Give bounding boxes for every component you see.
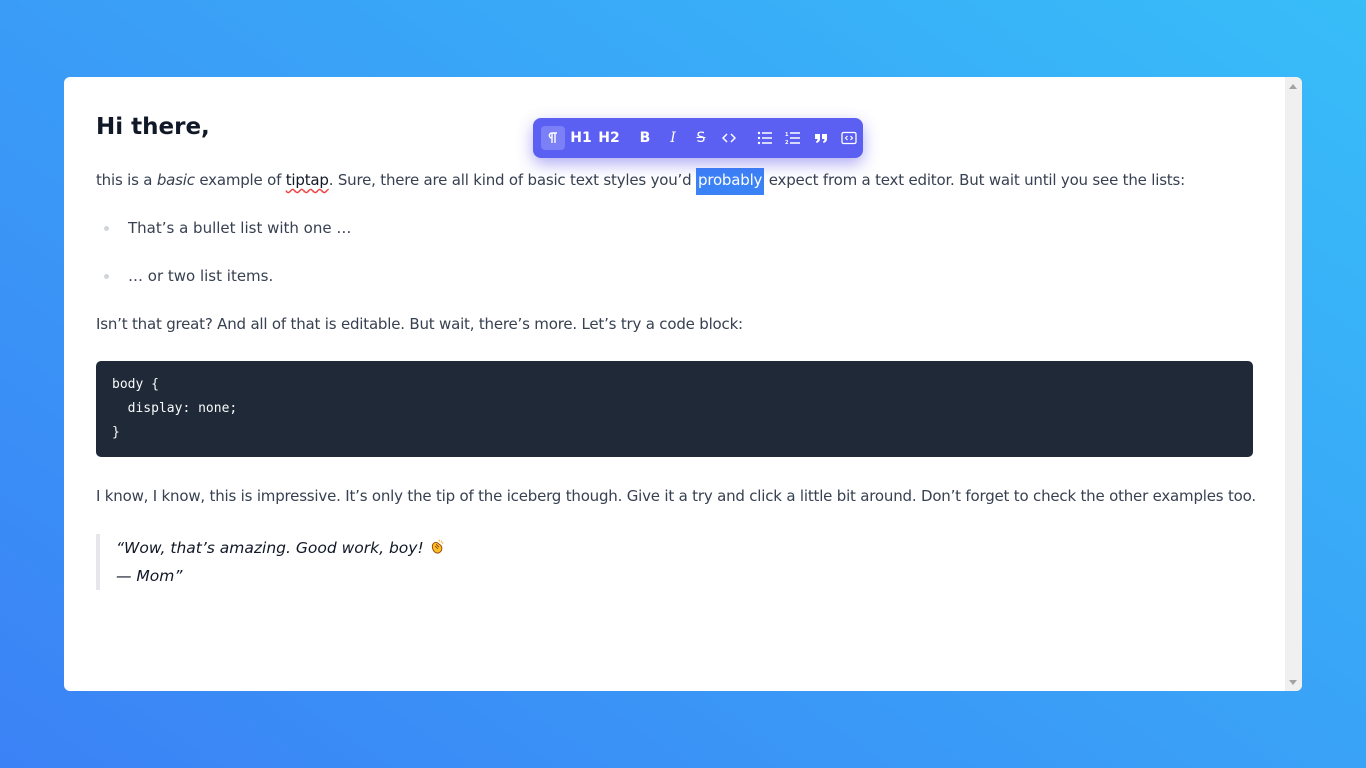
bullet-list-icon (757, 131, 772, 145)
list-item-text: … or two list items. (128, 267, 274, 285)
code-line: } (112, 425, 120, 440)
scroll-up-icon[interactable] (1289, 84, 1297, 89)
code-block-button[interactable] (837, 126, 861, 150)
italic-text: basic (156, 171, 195, 189)
editor-card[interactable]: Hi there, this is a basic example of tip… (64, 77, 1302, 691)
italic-button[interactable]: I (661, 126, 685, 150)
clapping-hands-icon (431, 539, 444, 554)
code-icon (722, 133, 736, 143)
ordered-list-icon: 12 (785, 132, 800, 145)
text: this is a (96, 171, 157, 189)
bold-button[interactable]: B (633, 126, 657, 150)
bullet-marker (104, 226, 109, 231)
misspelled-word[interactable]: tiptap (286, 171, 329, 189)
text: . Sure, there are all kind of basic text… (328, 171, 696, 189)
bullet-marker (104, 274, 109, 279)
paragraph-button[interactable] (541, 126, 565, 150)
paragraph[interactable]: I know, I know, this is impressive. It’s… (96, 485, 1256, 507)
heading1-button[interactable]: H1 (569, 126, 593, 150)
quote-text: “Wow, that’s amazing. Good work, boy! (116, 539, 424, 557)
scroll-down-icon[interactable] (1289, 680, 1297, 685)
code-line: display: none; (112, 401, 238, 416)
code-block-icon (841, 131, 857, 145)
text: expect from a text editor. But wait unti… (764, 171, 1185, 189)
text: example of (194, 171, 286, 189)
list-item[interactable]: That’s a bullet list with one … (96, 217, 351, 265)
strike-button[interactable]: S (689, 126, 713, 150)
quote-line: “Wow, that’s amazing. Good work, boy! (116, 534, 446, 562)
bullet-list-button[interactable] (753, 126, 777, 150)
svg-text:2: 2 (785, 140, 789, 145)
list-item[interactable]: … or two list items. (96, 265, 351, 313)
code-block[interactable]: body { display: none;} (96, 361, 1253, 457)
pilcrow-icon (548, 132, 557, 143)
code-line: body { (112, 377, 159, 392)
list-item-text: That’s a bullet list with one … (128, 219, 352, 237)
heading2-button[interactable]: H2 (597, 126, 621, 150)
floating-format-toolbar: H1 H2 B I S 12 (533, 118, 863, 158)
selected-text[interactable]: probably (696, 168, 765, 195)
inline-code-button[interactable] (717, 126, 741, 150)
blockquote[interactable]: “Wow, that’s amazing. Good work, boy! — … (96, 534, 446, 590)
bullet-list: That’s a bullet list with one … … or two… (96, 217, 351, 313)
svg-text:1: 1 (785, 132, 789, 138)
intro-paragraph[interactable]: this is a basic example of tiptap. Sure,… (96, 168, 1185, 195)
quote-icon (815, 134, 827, 143)
heading: Hi there, (96, 114, 210, 140)
ordered-list-button[interactable]: 12 (781, 126, 805, 150)
blockquote-button[interactable] (809, 126, 833, 150)
paragraph[interactable]: Isn’t that great? And all of that is edi… (96, 313, 743, 335)
vertical-scrollbar[interactable] (1285, 77, 1302, 691)
quote-author: — Mom” (116, 567, 183, 585)
